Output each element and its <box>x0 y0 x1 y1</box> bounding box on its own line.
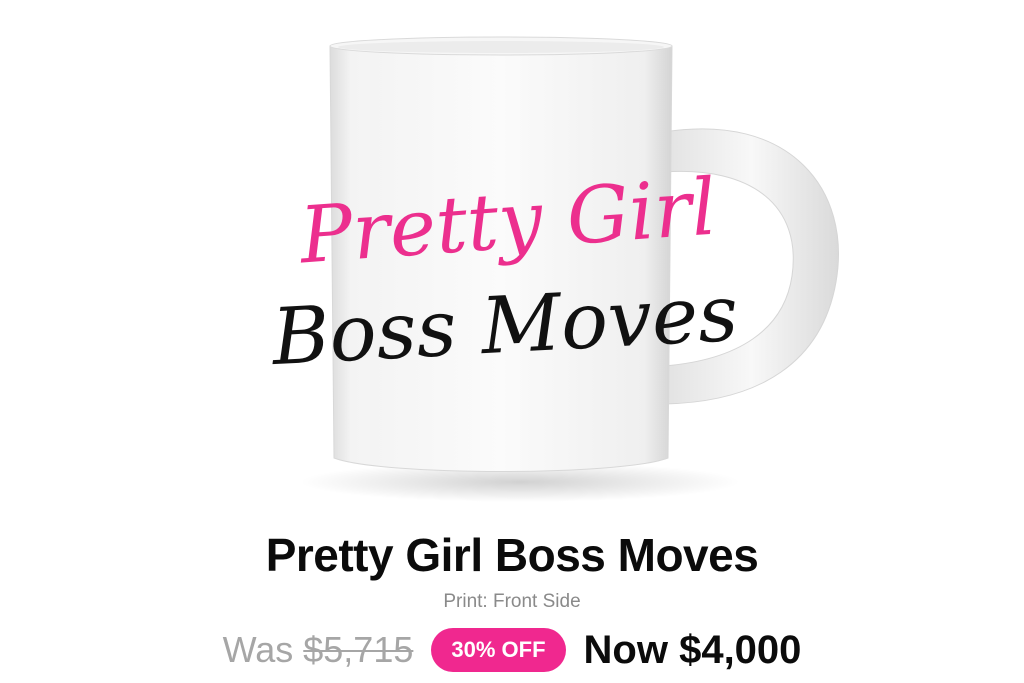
product-variant: Print: Front Side <box>443 591 581 612</box>
now-label: Now <box>583 628 668 672</box>
now-value: $4,000 <box>679 628 802 672</box>
was-price: Was $5,715 <box>223 628 414 672</box>
discount-badge: 30% OFF <box>431 628 566 672</box>
product-page: Pretty Girl Boss Moves Pretty Girl Boss … <box>0 0 1024 683</box>
product-info: Pretty Girl Boss Moves Print: Front Side… <box>0 520 1024 683</box>
price-row: Was $5,715 30% OFF Now $4,000 <box>0 624 1024 676</box>
product-image[interactable]: Pretty Girl Boss Moves <box>0 0 1024 520</box>
now-price: Now $4,000 <box>584 626 802 674</box>
product-title[interactable]: Pretty Girl Boss Moves <box>0 527 1024 583</box>
was-value: $5,715 <box>303 629 414 670</box>
mug-illustration: Pretty Girl Boss Moves <box>268 36 839 502</box>
was-label: Was <box>222 629 294 670</box>
